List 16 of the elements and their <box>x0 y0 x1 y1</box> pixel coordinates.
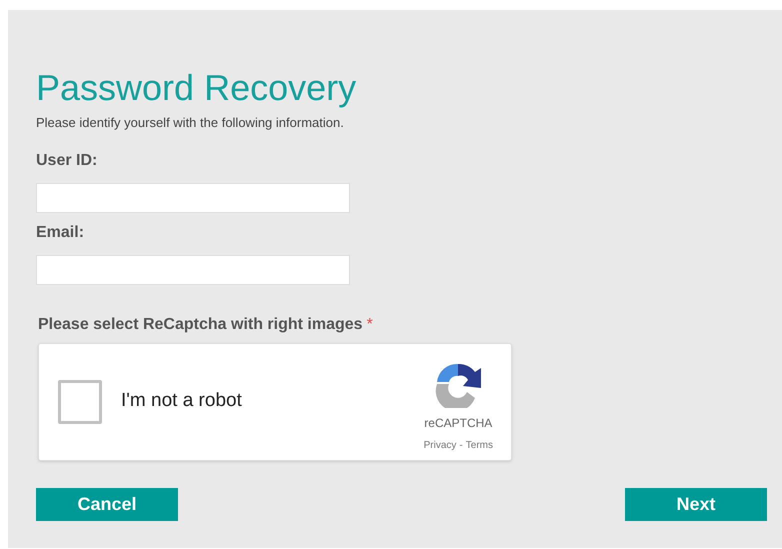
recaptcha-brand: reCAPTCHA <box>424 415 492 432</box>
captcha-label: Please select ReCaptcha with right images <box>38 314 363 334</box>
checkbox-label: I'm not a robot <box>121 389 242 414</box>
input-field[interactable] <box>36 182 350 212</box>
captcha-checkbox[interactable] <box>58 380 102 424</box>
link-separator: - <box>459 439 463 453</box>
terms-link[interactable]: Terms <box>466 438 493 453</box>
instructions-text: Please identify yourself with the following information. <box>36 114 344 132</box>
page-title: Password Recovery <box>36 68 356 108</box>
input-field[interactable] <box>36 254 350 284</box>
privacy-link[interactable]: Privacy <box>424 438 456 453</box>
next-button[interactable]: Next <box>625 488 767 520</box>
required-mark: * <box>366 314 373 334</box>
cancel-button[interactable]: Cancel <box>36 488 178 520</box>
field-label: Email: <box>36 222 84 242</box>
field-label: User ID: <box>36 150 98 170</box>
